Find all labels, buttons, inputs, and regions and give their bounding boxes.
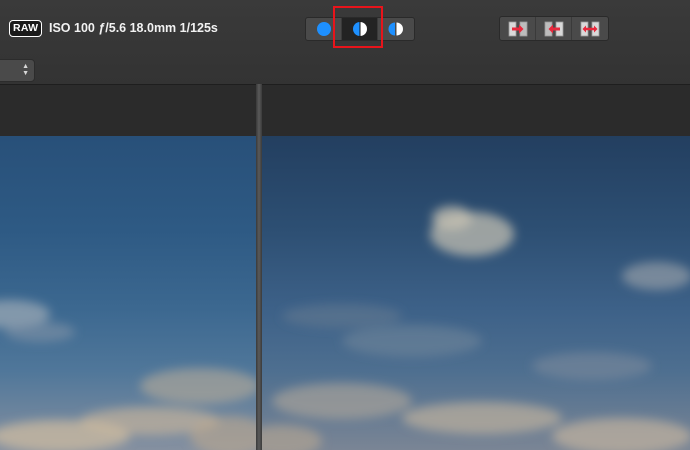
- swap-button[interactable]: [572, 17, 608, 40]
- arrow-right-icon: [508, 21, 527, 36]
- swap-arrows-icon: [580, 21, 600, 36]
- select-arrows-icon: ▲ ▼: [22, 63, 29, 77]
- top-toolbar: RAW ISO 100 ƒ/5.6 18.0mm 1/125s ▲ ▼: [0, 0, 690, 84]
- raw-badge: RAW: [9, 20, 43, 37]
- circle-side-by-side-icon: [388, 22, 403, 36]
- arrange-control: [499, 16, 609, 41]
- after-image-pane[interactable]: [262, 136, 690, 450]
- filmstrip-header: [0, 84, 690, 137]
- cloud-layer-after: [262, 206, 690, 450]
- exif-info: ISO 100 ƒ/5.6 18.0mm 1/125s: [49, 21, 218, 35]
- copy-left-button[interactable]: [536, 17, 572, 40]
- side-by-side-view-button[interactable]: [378, 18, 414, 40]
- split-divider-handle[interactable]: [256, 84, 262, 450]
- arrow-left-icon: [544, 21, 563, 36]
- selection-highlight: [333, 6, 383, 48]
- cloud-layer-before: [0, 300, 256, 450]
- circle-full-icon: [316, 22, 331, 36]
- app-window: RAW ISO 100 ƒ/5.6 18.0mm 1/125s ▲ ▼: [0, 0, 690, 450]
- copy-right-button[interactable]: [500, 17, 536, 40]
- preset-select[interactable]: ▲ ▼: [0, 59, 35, 82]
- before-image-pane[interactable]: [0, 136, 256, 450]
